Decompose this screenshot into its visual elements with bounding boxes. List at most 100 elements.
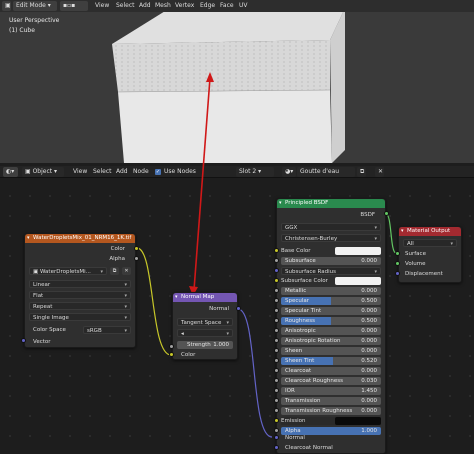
bsdf-row[interactable]: Clearcoat 0.000 <box>281 367 381 375</box>
bsdf-row[interactable]: Subsurface Radius <box>281 267 381 276</box>
bsdf-header[interactable]: ▾ Principled BSDF <box>277 199 385 208</box>
bsdf-input-socket[interactable] <box>274 318 279 323</box>
image-alpha-output-socket[interactable] <box>134 256 139 261</box>
uv-map-select[interactable]: ◂ <box>177 329 233 338</box>
output-volume-socket[interactable] <box>395 261 400 266</box>
normal-space-select[interactable]: Tangent Space <box>177 318 233 327</box>
bsdf-input-socket[interactable] <box>274 308 279 313</box>
bsdf-input-socket[interactable] <box>274 408 279 413</box>
bsdf-input-socket[interactable] <box>274 358 279 363</box>
bsdf-input-socket[interactable] <box>274 258 279 263</box>
collapse-chevron-icon-bsdf[interactable]: ▾ <box>279 199 282 208</box>
normal-map-header[interactable]: ▾ Normal Map <box>173 293 237 302</box>
bsdf-input-socket[interactable] <box>274 328 279 333</box>
bsdf-row-value: 0.000 <box>361 258 377 264</box>
bsdf-row[interactable]: IOR 1.450 <box>281 387 381 395</box>
image-users-icon[interactable]: ⧉ <box>110 267 119 275</box>
bsdf-row-label: Roughness <box>285 318 316 324</box>
interpolation-select[interactable]: Linear <box>29 280 131 289</box>
emission-swatch[interactable] <box>335 417 381 425</box>
bsdf-row[interactable]: Anisotropic 0.000 <box>281 327 381 335</box>
bsdf-row[interactable]: Anisotropic Rotation 0.000 <box>281 337 381 345</box>
sss-method-select[interactable]: Christensen-Burley <box>281 234 381 243</box>
colorspace-select[interactable]: sRGB <box>83 326 131 335</box>
bsdf-row[interactable]: Metallic 0.000 <box>281 287 381 295</box>
colorspace-label: Color Space <box>33 327 66 333</box>
normal-strength-input-socket[interactable] <box>169 344 174 349</box>
bsdf-input-socket[interactable] <box>274 418 279 423</box>
output-bsdf-label: BSDF <box>360 212 375 218</box>
principled-bsdf-node[interactable]: ▾Principled BSDF BSDF GGX Christensen-Bu… <box>274 198 386 454</box>
bsdf-row[interactable]: Roughness 0.500 <box>281 317 381 325</box>
bsdf-row[interactable]: Base Color <box>281 247 381 255</box>
distribution-select[interactable]: GGX <box>281 223 381 232</box>
interpolation-value: Linear <box>33 282 51 288</box>
bsdf-row[interactable]: Emission <box>281 417 381 425</box>
bsdf-input-socket[interactable] <box>274 268 279 273</box>
bsdf-input-socket[interactable] <box>274 398 279 403</box>
bsdf-input-socket[interactable] <box>274 288 279 293</box>
bsdf-row-label: Emission <box>281 418 306 424</box>
collapse-chevron-icon[interactable]: ▾ <box>27 234 30 243</box>
image-texture-header[interactable]: ▾ WaterDropletsMix_01_NRM16_1K.tif <box>25 234 135 243</box>
image-icon: ▣ <box>33 269 40 275</box>
output-surface-socket[interactable] <box>395 251 400 256</box>
bsdf-input-socket[interactable] <box>274 338 279 343</box>
bsdf-input-socket[interactable] <box>274 378 279 383</box>
output-displacement-socket[interactable] <box>395 271 400 276</box>
input-color-label: Color <box>181 352 196 358</box>
bsdf-input-socket[interactable] <box>274 368 279 373</box>
image-vector-input-socket[interactable] <box>21 338 26 343</box>
bsdf-row[interactable]: Clearcoat Roughness 0.030 <box>281 377 381 385</box>
input-volume-label: Volume <box>405 261 426 267</box>
bsdf-output-socket[interactable] <box>384 211 389 216</box>
bsdf-row[interactable]: Subsurface Color <box>281 277 381 285</box>
extension-select[interactable]: Repeat <box>29 302 131 311</box>
output-target-select[interactable]: All <box>403 239 457 248</box>
material-output-header[interactable]: ▾ Material Output <box>399 227 461 236</box>
color-swatch[interactable] <box>335 247 381 255</box>
image-select[interactable]: ▣ WaterDropletsMi... <box>29 267 107 276</box>
bsdf-row[interactable]: Specular 0.500 <box>281 297 381 305</box>
normal-map-node[interactable]: ▾Normal Map Normal Tangent Space ◂ Stren… <box>172 292 238 360</box>
bsdf-row[interactable]: Transmission Roughness 0.000 <box>281 407 381 415</box>
bsdf-row-label: Base Color <box>281 248 311 254</box>
strength-label: Strength <box>187 342 211 348</box>
collapse-chevron-icon-normal[interactable]: ▾ <box>175 293 178 302</box>
image-unlink-icon[interactable]: ✕ <box>122 267 131 275</box>
normal-output-socket[interactable] <box>236 306 241 311</box>
bsdf-row[interactable]: Sheen 0.000 <box>281 347 381 355</box>
bsdf-input-socket[interactable] <box>274 298 279 303</box>
bsdf-input-socket[interactable] <box>274 428 279 433</box>
normal-color-input-socket[interactable] <box>169 352 174 357</box>
output-normal-label: Normal <box>209 306 229 312</box>
collapse-chevron-icon-output[interactable]: ▾ <box>401 227 404 236</box>
projection-select[interactable]: Flat <box>29 291 131 300</box>
source-select[interactable]: Single Image <box>29 313 131 322</box>
bsdf-input-socket[interactable] <box>274 388 279 393</box>
bsdf-row-value: 0.000 <box>361 348 377 354</box>
image-color-output-socket[interactable] <box>134 246 139 251</box>
bsdf-row[interactable]: Sheen Tint 0.520 <box>281 357 381 365</box>
bsdf-title: Principled BSDF <box>285 200 329 206</box>
bsdf-input-socket[interactable] <box>274 248 279 253</box>
bsdf-normal-input-socket[interactable] <box>274 435 279 440</box>
bsdf-row[interactable]: Subsurface 0.000 <box>281 257 381 265</box>
uv-map-icon: ◂ <box>181 331 184 337</box>
bsdf-row[interactable]: Specular Tint 0.000 <box>281 307 381 315</box>
image-texture-title: WaterDropletsMix_01_NRM16_1K.tif <box>33 235 132 241</box>
bsdf-normal-input-socket[interactable] <box>274 445 279 450</box>
material-output-node[interactable]: ▾Material Output All Surface Volume Disp… <box>398 226 462 283</box>
bsdf-row-value: 1.450 <box>361 388 377 394</box>
bsdf-input-socket[interactable] <box>274 348 279 353</box>
image-texture-node[interactable]: ▾ WaterDropletsMix_01_NRM16_1K.tif Color … <box>24 233 136 348</box>
strength-field[interactable]: Strength 1.000 <box>177 341 233 349</box>
bsdf-row-label: Subsurface Color <box>281 278 328 284</box>
bsdf-row-value: 0.000 <box>361 408 377 414</box>
bsdf-input-socket[interactable] <box>274 278 279 283</box>
output-target-value: All <box>407 241 414 247</box>
color-swatch[interactable] <box>335 277 381 285</box>
extension-value: Repeat <box>33 304 53 310</box>
bsdf-row[interactable]: Transmission 0.000 <box>281 397 381 405</box>
bsdf-row-label: Anisotropic Rotation <box>285 338 341 344</box>
